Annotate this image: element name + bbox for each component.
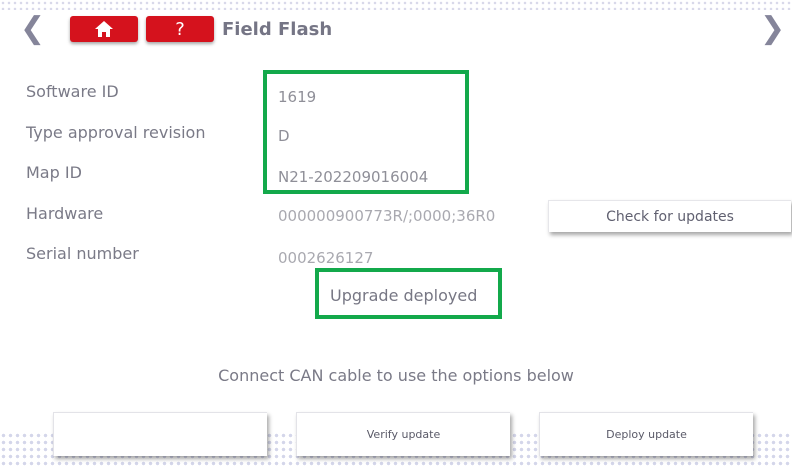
top-dotted-strip [0,0,792,10]
forward-arrow-icon[interactable]: ❯ [760,14,785,44]
help-label: ? [175,18,185,40]
hardware-value: 000000900773R/;0000;36R0 [278,207,496,225]
status-text: Upgrade deployed [330,286,478,305]
home-icon [95,21,113,37]
serial-number-value: 0002626127 [278,249,374,267]
software-id-label: Software ID [26,82,119,101]
deploy-update-label: Deploy update [606,428,687,441]
back-arrow-icon[interactable]: ❮ [20,14,45,44]
check-for-updates-label: Check for updates [606,208,734,225]
help-button[interactable]: ? [146,16,214,42]
type-approval-label: Type approval revision [26,123,206,142]
hint-text: Connect CAN cable to use the options bel… [218,366,574,385]
page-title: Field Flash [222,19,333,40]
home-button[interactable] [70,16,138,42]
check-for-updates-button[interactable]: Check for updates [548,200,791,232]
highlight-box-ids [263,70,469,194]
map-id-label: Map ID [26,163,82,182]
verify-update-button[interactable]: Verify update [296,412,510,456]
deploy-update-button[interactable]: Deploy update [539,412,753,456]
serial-number-label: Serial number [26,244,139,263]
hardware-label: Hardware [26,204,104,223]
blank-option-button[interactable] [53,412,267,456]
verify-update-label: Verify update [366,428,441,441]
